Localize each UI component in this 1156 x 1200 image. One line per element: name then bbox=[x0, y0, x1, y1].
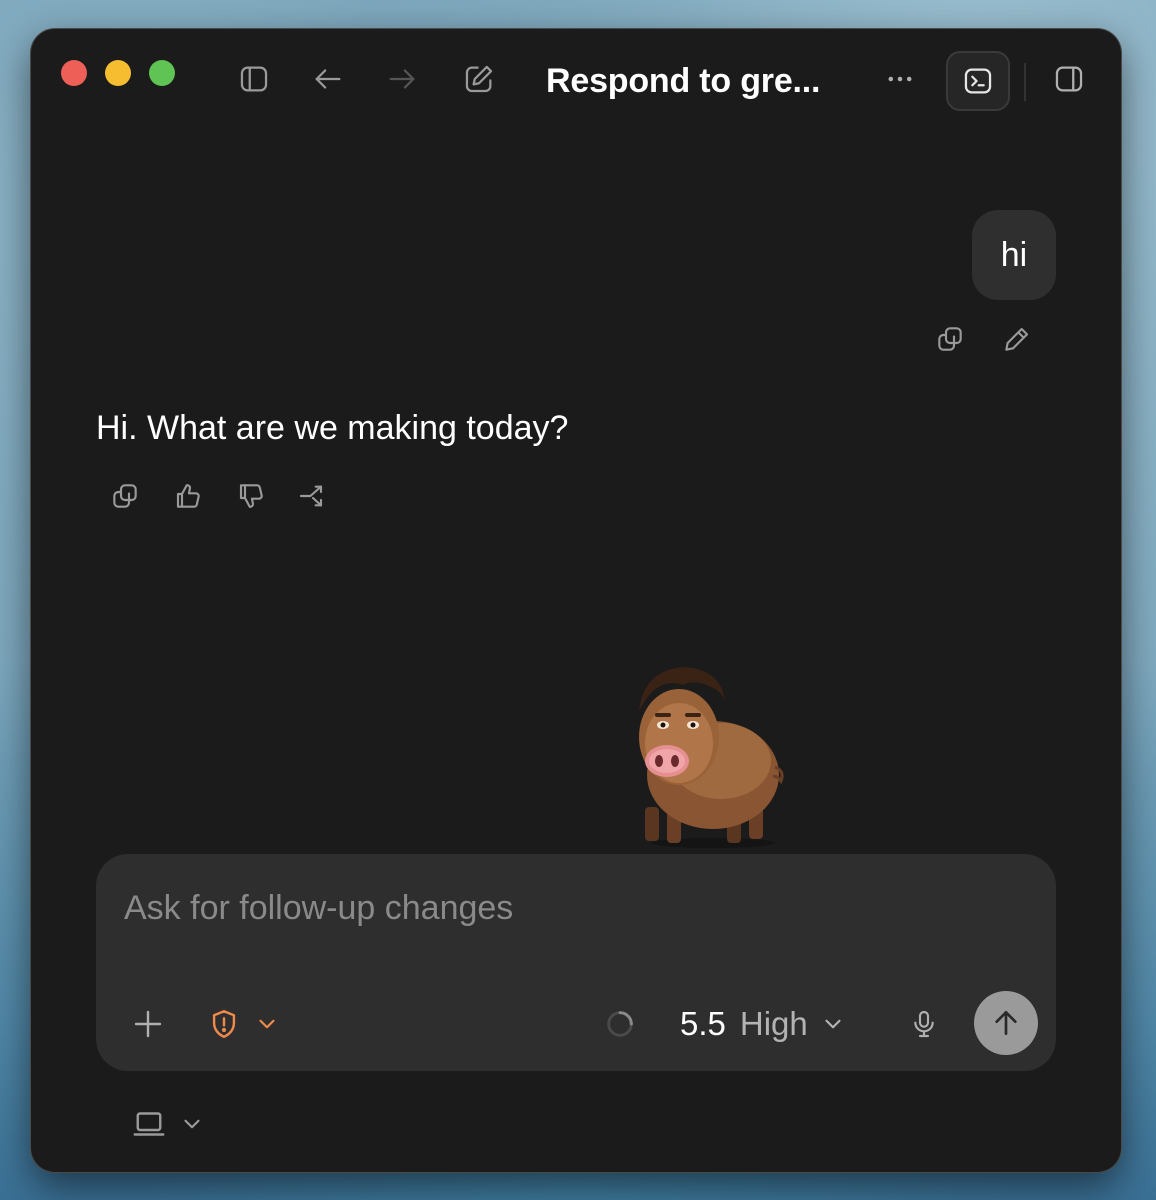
title-bar: Respond to gre... bbox=[31, 29, 1121, 129]
microphone-icon[interactable] bbox=[906, 1002, 942, 1046]
arrow-up-icon bbox=[995, 1011, 1017, 1035]
send-button[interactable] bbox=[974, 991, 1038, 1055]
spinner-icon bbox=[601, 1005, 639, 1043]
model-version: 5.5 bbox=[680, 1005, 726, 1042]
user-message-bubble: hi bbox=[972, 210, 1056, 300]
environment-selector[interactable] bbox=[131, 1104, 205, 1144]
thumbs-up-icon[interactable] bbox=[170, 478, 206, 514]
arrow-right-icon[interactable] bbox=[384, 61, 420, 97]
minimize-window-button[interactable] bbox=[105, 60, 131, 86]
arrow-left-icon[interactable] bbox=[310, 61, 346, 97]
compose-icon[interactable] bbox=[461, 61, 497, 97]
chevron-down-icon bbox=[825, 1019, 841, 1029]
thumbs-down-icon[interactable] bbox=[233, 478, 269, 514]
plus-icon[interactable] bbox=[126, 1002, 170, 1046]
close-window-button[interactable] bbox=[61, 60, 87, 86]
model-selector[interactable]: 5.5 High bbox=[680, 1002, 846, 1046]
assistant-message-text: Hi. What are we making today? bbox=[96, 409, 569, 447]
copy-icon[interactable] bbox=[932, 321, 968, 357]
copy-icon[interactable] bbox=[107, 478, 143, 514]
app-window: Respond to gre... hi Hi. What are we mak… bbox=[31, 29, 1121, 1172]
branch-icon[interactable] bbox=[295, 478, 331, 514]
pencil-icon[interactable] bbox=[999, 321, 1035, 357]
window-title: Respond to gre... bbox=[546, 62, 821, 100]
ellipsis-icon[interactable] bbox=[882, 61, 918, 97]
shield-alert-icon[interactable] bbox=[204, 1002, 244, 1046]
maximize-window-button[interactable] bbox=[149, 60, 175, 86]
model-level: High bbox=[739, 1005, 808, 1042]
user-message-text: hi bbox=[1000, 235, 1028, 274]
terminal-icon[interactable] bbox=[946, 51, 1010, 111]
toolbar-divider bbox=[1024, 63, 1026, 101]
chevron-down-icon bbox=[184, 1119, 200, 1129]
right-panel-icon[interactable] bbox=[1051, 61, 1087, 97]
follow-up-input[interactable] bbox=[124, 878, 1024, 938]
sidebar-toggle-icon[interactable] bbox=[236, 61, 272, 97]
laptop-icon bbox=[133, 1112, 165, 1136]
pig-mascot-image bbox=[639, 667, 784, 848]
chevron-down-icon[interactable] bbox=[252, 1006, 282, 1042]
message-composer: 5.5 High bbox=[96, 854, 1056, 1071]
